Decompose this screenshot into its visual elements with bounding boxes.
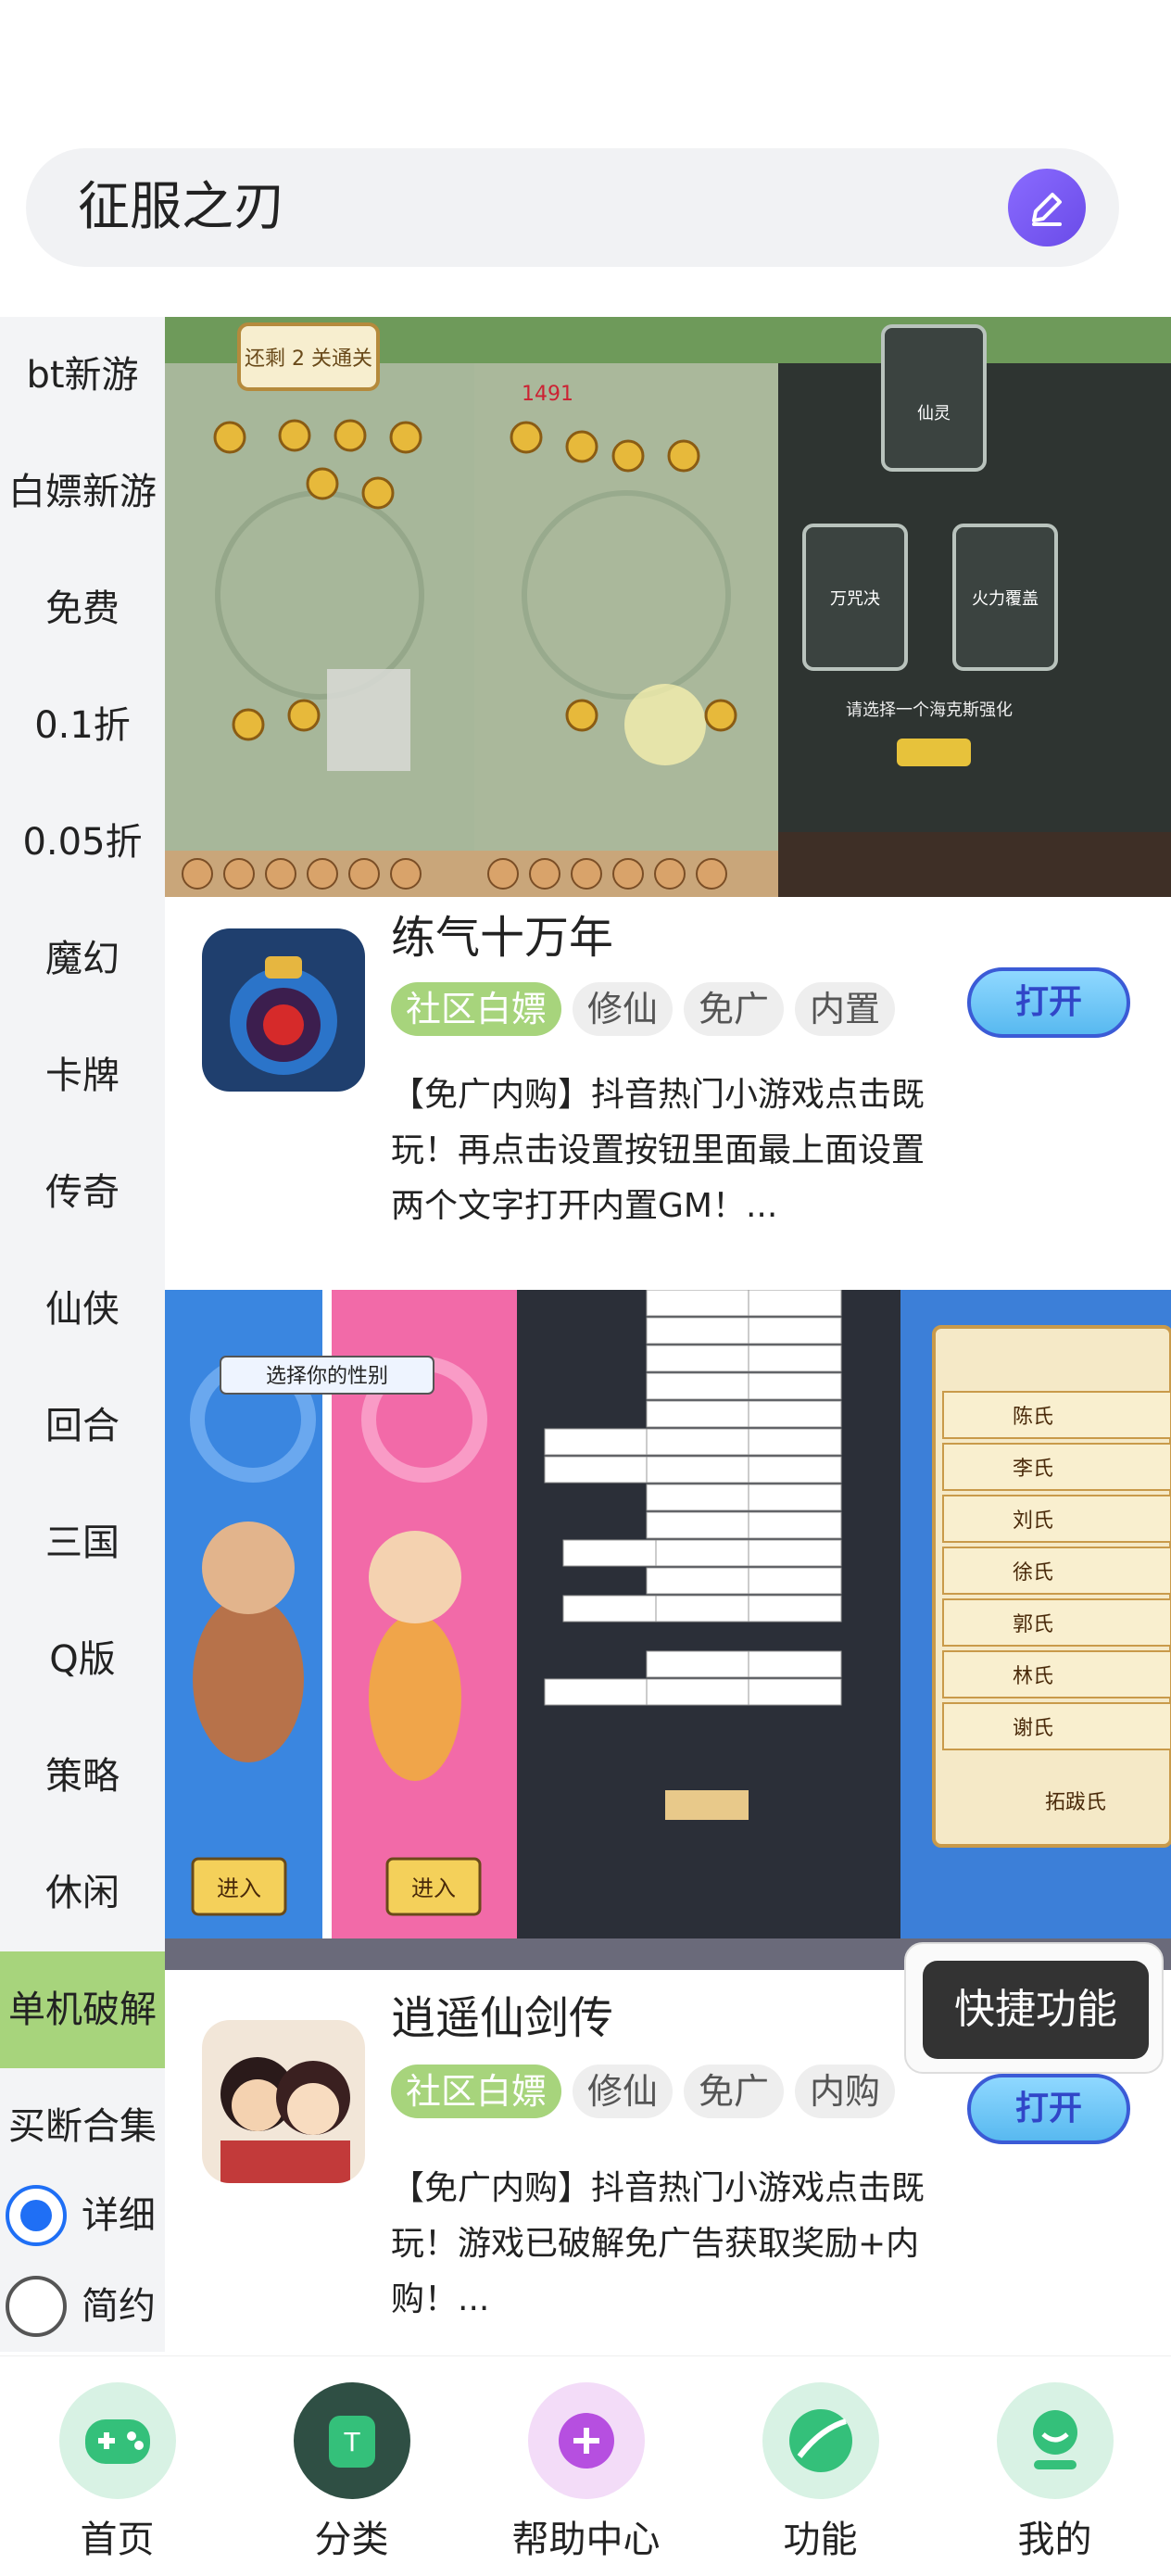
nav-profile-label: 我的 <box>1017 2519 1092 2561</box>
tag: 社区白嫖 <box>391 2065 562 2118</box>
game-banner-2[interactable]: 选择你的性别 进入 进入 陈氏 李氏 刘氏 徐氏 郭氏 林氏 谢氏 拓跋氏 <box>165 1290 1171 1970</box>
game-icon[interactable] <box>202 928 365 1092</box>
game-card[interactable]: 练气十万年 社区白嫖 修仙 免广 内置 打开 【免广内购】抖音热门小游戏点击既玩… <box>165 901 1171 1290</box>
nav-help-label: 帮助中心 <box>511 2519 661 2561</box>
enter-button-female: 进入 <box>411 1875 456 1901</box>
game-title[interactable]: 练气十万年 <box>391 910 613 966</box>
sidebar-item-three-kingdoms[interactable]: 三国 <box>0 1484 165 1601</box>
quick-function-button[interactable]: 快捷功能 <box>904 1942 1164 2074</box>
sidebar-item-free[interactable]: 免费 <box>0 550 165 667</box>
svg-text:T: T <box>343 2427 360 2457</box>
sidebar-item-bt-new[interactable]: bt新游 <box>0 317 165 434</box>
rank-name-2: 李氏 <box>1013 1458 1053 1481</box>
nav-category[interactable]: T 分类 <box>234 2356 469 2576</box>
nav-home-label: 首页 <box>80 2519 155 2561</box>
tag-list: 社区白嫖 修仙 免广 内置 <box>391 982 896 1036</box>
sidebar-item-casual[interactable]: 休闲 <box>0 1835 165 1951</box>
game-description: 【免广内购】抖音热门小游戏点击既玩！再点击设置按钮里面最上面设置两个文字打开内置… <box>391 1076 925 1225</box>
search-bar[interactable]: 征服之刃 <box>26 148 1119 267</box>
tag: 免广 <box>684 2065 785 2118</box>
profile-icon <box>997 2382 1114 2499</box>
quick-function-label: 快捷功能 <box>923 1961 1149 2059</box>
plus-icon <box>528 2382 645 2499</box>
detail-view-label: 详细 <box>82 2194 156 2237</box>
game-icon[interactable] <box>202 2020 365 2183</box>
card-title-1: 仙灵 <box>917 404 951 423</box>
bottom-nav: 首页 T 分类 帮助中心 功能 我的 <box>0 2355 1171 2576</box>
gamepad-icon <box>59 2382 176 2499</box>
compact-view-label: 简约 <box>82 2285 156 2328</box>
sidebar-item-xianxia[interactable]: 仙侠 <box>0 1251 165 1368</box>
score-text: 1491 <box>522 383 573 406</box>
detail-view-radio[interactable] <box>6 2185 67 2246</box>
sidebar-item-discount-01[interactable]: 0.1折 <box>0 667 165 784</box>
sidebar-item-q-style[interactable]: Q版 <box>0 1601 165 1718</box>
choose-augment-text: 请选择一个海克斯强化 <box>846 701 1013 720</box>
planet-icon <box>762 2382 879 2499</box>
rank-name-3: 刘氏 <box>1013 1509 1053 1533</box>
search-input[interactable]: 征服之刃 <box>78 176 285 239</box>
tag: 免广 <box>684 982 785 1036</box>
nav-functions-label: 功能 <box>783 2519 858 2561</box>
nav-category-label: 分类 <box>314 2519 389 2561</box>
sidebar-item-strategy[interactable]: 策略 <box>0 1718 165 1835</box>
rank-name-1: 陈氏 <box>1013 1406 1053 1429</box>
category-sidebar: bt新游 白嫖新游 免费 0.1折 0.05折 魔幻 卡牌 传奇 仙侠 回合 三… <box>0 317 165 2352</box>
category-icon: T <box>294 2382 410 2499</box>
sidebar-item-free-new[interactable]: 白嫖新游 <box>0 434 165 550</box>
sidebar-item-turn-based[interactable]: 回合 <box>0 1368 165 1484</box>
sidebar-item-card[interactable]: 卡牌 <box>0 1017 165 1134</box>
tag-list: 社区白嫖 修仙 免广 内购 <box>391 2065 896 2118</box>
sidebar-item-legend[interactable]: 传奇 <box>0 1134 165 1251</box>
nav-home[interactable]: 首页 <box>0 2356 234 2576</box>
tag: 内置 <box>795 982 896 1036</box>
open-button[interactable]: 打开 <box>967 2074 1130 2144</box>
compact-view-radio[interactable] <box>6 2276 67 2337</box>
open-button[interactable]: 打开 <box>967 967 1130 1038</box>
sidebar-item-discount-005[interactable]: 0.05折 <box>0 784 165 901</box>
rank-name-5: 郭氏 <box>1013 1613 1053 1636</box>
tag: 修仙 <box>573 982 674 1036</box>
edit-button[interactable] <box>1008 169 1086 246</box>
levels-left-text: 还剩 2 关通关 <box>245 347 372 371</box>
tag: 修仙 <box>573 2065 674 2118</box>
pencil-icon <box>1032 193 1062 226</box>
rank-name-7: 谢氏 <box>1013 1717 1053 1740</box>
tag: 内购 <box>795 2065 896 2118</box>
card-title-3: 火力覆盖 <box>972 589 1039 609</box>
card-title-2: 万咒决 <box>830 589 880 609</box>
nav-functions[interactable]: 功能 <box>703 2356 938 2576</box>
sidebar-item-fantasy[interactable]: 魔幻 <box>0 901 165 1017</box>
tag: 社区白嫖 <box>391 982 562 1036</box>
game-description: 【免广内购】抖音热门小游戏点击既玩！游戏已破解免广告获取奖励+内购！... <box>391 2169 925 2318</box>
rank-name-6: 林氏 <box>1013 1665 1053 1688</box>
sidebar-item-single-crack[interactable]: 单机破解 <box>0 1951 165 2068</box>
nav-profile[interactable]: 我的 <box>938 2356 1171 2576</box>
gender-prompt: 选择你的性别 <box>266 1365 388 1388</box>
my-surname: 拓跋氏 <box>1045 1791 1106 1814</box>
game-title[interactable]: 逍遥仙剑传 <box>391 1990 613 2046</box>
game-banner-1[interactable]: 还剩 2 关通关 1491 仙灵 万咒决 火力覆盖 请选择一个海克斯强化 <box>165 317 1171 897</box>
enter-button-male: 进入 <box>217 1875 261 1901</box>
sidebar-item-buyout[interactable]: 买断合集 <box>0 2068 165 2185</box>
rank-name-4: 徐氏 <box>1013 1561 1053 1585</box>
nav-help[interactable]: 帮助中心 <box>469 2356 703 2576</box>
